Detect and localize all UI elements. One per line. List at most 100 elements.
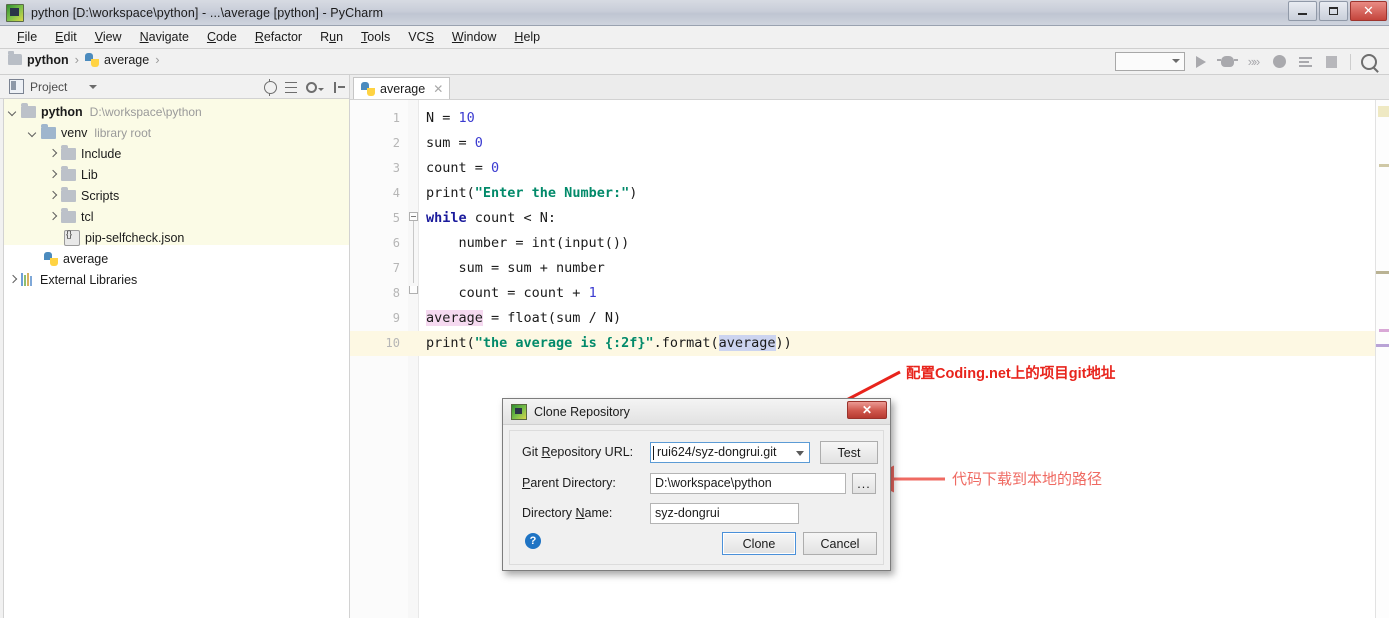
tree-item-venv[interactable]: venv library root [0,122,349,143]
debug-icon [1216,56,1238,67]
search-icon [1361,53,1377,70]
stop-button[interactable] [1321,52,1341,71]
tree-item-python[interactable]: python D:\workspace\python [0,101,349,122]
chevron-right-icon[interactable] [46,147,59,160]
chevron-down-icon[interactable] [796,451,804,456]
code-line-2: 2 sum = 0 [350,131,1389,156]
collapse-all-button[interactable] [282,78,300,96]
run-button[interactable] [1191,52,1211,71]
directory-name-input[interactable]: syz-dongrui [650,503,799,524]
code-line-9: 9 average = float(sum / N) [350,306,1389,331]
dialog-title: Clone Repository [534,404,630,419]
dialog-close-button[interactable]: ✕ [847,401,887,419]
line-number: 7 [392,261,400,275]
tree-item-detail: D:\workspace\python [89,104,202,119]
chevron-right-icon[interactable] [46,168,59,181]
tree-item-include[interactable]: Include [0,143,349,164]
dialog-body: Git Repository URL: rui624/syz-dongrui.g… [509,430,884,565]
tree-item-scripts[interactable]: Scripts [0,185,349,206]
minimize-button[interactable] [1288,1,1317,21]
project-icon [9,79,24,94]
help-button[interactable]: ? [525,533,541,549]
line-content: sum = sum + number [426,260,605,276]
git-url-value: rui624/syz-dongrui.git [657,445,777,459]
main-toolbar: python › average › »» [0,49,1389,75]
directory-name-label: Directory Name: [522,506,613,520]
line-content: count = 0 [426,160,500,176]
parent-dir-label-row: Parent Directory: [522,476,616,490]
parent-directory-input[interactable]: D:\workspace\python [650,473,846,494]
chevron-down-icon[interactable] [26,126,39,139]
breadcrumb-separator-1: › [74,52,80,67]
line-number: 9 [392,311,400,325]
line-content: sum = 0 [426,135,483,151]
tab-average[interactable]: average ✕ [353,77,451,99]
chevron-down-icon[interactable] [6,105,19,118]
chevron-down-icon[interactable] [89,84,98,89]
locate-button[interactable] [261,78,279,96]
run-configuration-selector[interactable] [1115,52,1185,71]
editor-marker-gutter[interactable] [1375,100,1389,618]
breadcrumb-project[interactable]: python [8,51,69,67]
folder-icon [61,165,76,181]
hide-icon [333,81,345,93]
chevron-right-icon[interactable] [46,210,59,223]
annotation-git-url: 配置Coding.net上的项目git地址 [906,366,1116,382]
browse-button[interactable]: ... [852,473,876,494]
menu-window[interactable]: Window [443,28,505,46]
code-line-7: 7 sum = sum + number [350,256,1389,281]
menu-code[interactable]: Code [198,28,246,46]
line-content: N = 10 [426,110,475,126]
clone-button[interactable]: Clone [722,532,796,555]
line-number: 5 [392,211,400,225]
minimize-icon [1298,13,1307,15]
run-coverage-button[interactable]: »» [1243,52,1263,71]
folder-icon [8,51,22,65]
menu-file[interactable]: File [8,28,46,46]
maximize-button[interactable] [1319,1,1348,21]
menu-view[interactable]: View [86,28,131,46]
menu-run[interactable]: Run [311,28,352,46]
marker-stripe [1378,106,1389,117]
menu-tools[interactable]: Tools [352,28,399,46]
tree-item-tcl[interactable]: tcl [0,206,349,227]
python-file-icon [44,251,58,266]
test-button[interactable]: Test [820,441,878,464]
breadcrumb-file[interactable]: average [85,52,149,67]
tree-item-lib[interactable]: Lib [0,164,349,185]
menu-navigate[interactable]: Navigate [131,28,198,46]
profile-icon [1272,55,1286,68]
chevron-down-icon [318,87,324,91]
search-everywhere-button[interactable] [1359,52,1379,71]
tree-item-pip-selfcheck[interactable]: pip-selfcheck.json [0,227,349,248]
chevron-right-icon[interactable] [6,273,19,286]
hide-panel-button[interactable] [330,78,348,96]
fold-region-end-icon[interactable] [409,286,418,294]
tree-item-average[interactable]: average [0,248,349,269]
settings-gear-icon [306,81,317,93]
debug-button[interactable] [1216,52,1238,71]
menu-vcs[interactable]: VCS [399,28,443,46]
menu-refactor[interactable]: Refactor [246,28,311,46]
tree-item-external-libraries[interactable]: External Libraries [0,269,349,290]
line-content: while count < N: [426,210,557,226]
fold-toggle-icon[interactable] [409,212,418,221]
attach-button[interactable] [1295,52,1315,71]
profile-button[interactable] [1269,52,1289,71]
code-line-8: 8 count = count + 1 [350,281,1389,306]
directory-name-value: syz-dongrui [655,506,720,520]
line-number: 6 [392,236,400,250]
git-url-input[interactable]: rui624/syz-dongrui.git [650,442,810,463]
cancel-button[interactable]: Cancel [803,532,877,555]
tree-item-label: python [41,104,83,119]
tree-item-label: average [63,251,109,266]
close-button[interactable]: ✕ [1350,1,1387,21]
menu-help[interactable]: Help [505,28,549,46]
breadcrumb: python › average › [8,51,164,67]
project-tree: python D:\workspace\python venv library … [0,99,349,290]
menu-edit[interactable]: Edit [46,28,86,46]
chevron-right-icon[interactable] [46,189,59,202]
settings-button[interactable] [303,78,327,96]
breadcrumb-project-label: python [27,52,69,67]
close-icon[interactable]: ✕ [433,82,443,96]
